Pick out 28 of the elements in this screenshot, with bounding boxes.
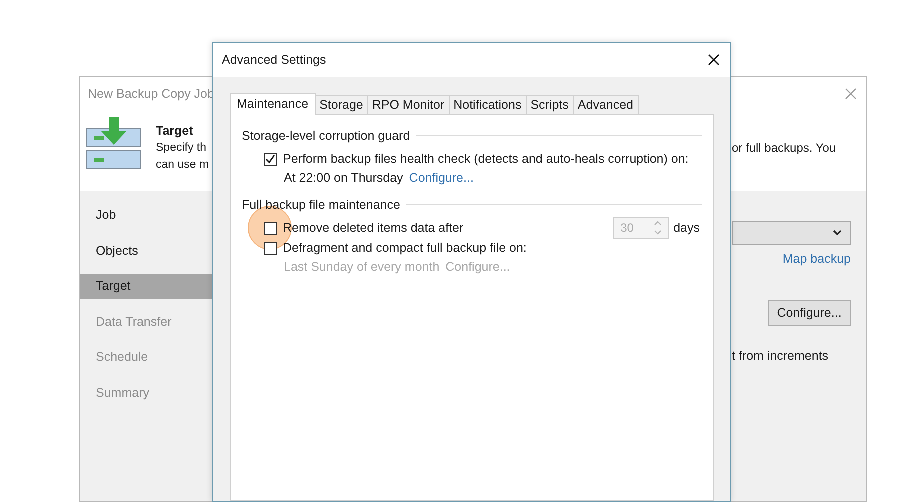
sidebar-item[interactable]: Target <box>80 274 213 299</box>
group-title: Full backup file maintenance <box>242 198 400 212</box>
sidebar-item[interactable]: Objects <box>80 238 213 264</box>
checkbox[interactable] <box>264 152 276 166</box>
tab[interactable]: Advanced <box>572 95 639 114</box>
configure-button[interactable]: Configure... <box>768 300 851 326</box>
description-text: Specify th <box>156 141 208 156</box>
chevron-down-icon <box>833 230 842 236</box>
checkbox-label: Defragment and compact full backup file on: <box>283 241 527 255</box>
map-backup-link[interactable]: Map backup <box>782 252 851 266</box>
description-text: or full backups. You <box>732 140 836 157</box>
description-text: can use m <box>156 158 210 173</box>
group-title: Storage-level corruption guard <box>242 128 410 142</box>
configure-link[interactable]: Configure... <box>409 170 474 184</box>
option-text: t from increments <box>732 349 830 363</box>
schedule-text: At 22:00 on Thursday <box>284 170 404 184</box>
page-title: Target <box>156 123 194 140</box>
schedule-text: Last Sunday of every month <box>284 260 440 274</box>
backup-storage-icon <box>86 115 142 171</box>
unit-label: days <box>674 221 700 235</box>
checkbox[interactable] <box>264 222 276 234</box>
dialog-title: Advanced Settings <box>222 53 328 67</box>
checkbox-label: Perform backup files health check (detects and auto-heals corruption) on: <box>283 152 689 166</box>
tab[interactable]: Scripts <box>526 95 574 114</box>
tab[interactable]: Storage <box>314 95 368 114</box>
tab[interactable]: Maintenance <box>230 93 316 115</box>
close-icon[interactable] <box>708 54 720 66</box>
sidebar-item[interactable]: Job <box>80 203 213 228</box>
